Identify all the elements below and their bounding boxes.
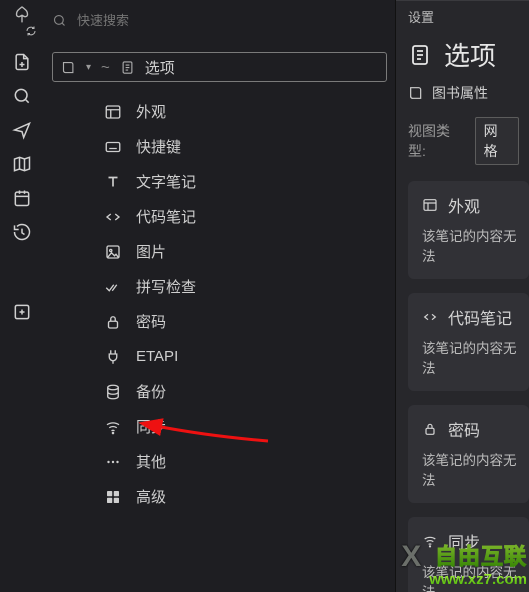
wifi-icon [104, 418, 122, 436]
lock-icon [104, 313, 122, 331]
image-icon [104, 243, 122, 261]
card-body: 该笔记的内容无法 [422, 561, 517, 592]
nav-icon-column [0, 0, 44, 592]
search-icon [52, 13, 67, 28]
card-appearance[interactable]: 外观 该笔记的内容无法 [408, 181, 529, 279]
doc-icon [120, 60, 135, 75]
book-attributes-label: 图书属性 [432, 83, 488, 103]
tree-item-label: 备份 [136, 381, 395, 402]
keyboard-icon [104, 138, 122, 156]
map-icon[interactable] [12, 154, 32, 174]
app-logo [7, 4, 37, 38]
tree-item-label: 快捷键 [136, 136, 395, 157]
tree-panel: ▾ ~ 选项 外观 快捷键 文字笔记 代码笔记 [44, 0, 396, 592]
tree-item-label: 高级 [136, 486, 395, 507]
card-body: 该笔记的内容无法 [422, 225, 517, 265]
quick-search-input[interactable] [77, 13, 395, 28]
quick-search-row[interactable] [44, 6, 395, 34]
page-title-row: 选项 [396, 30, 529, 81]
card-body: 该笔记的内容无法 [422, 337, 517, 377]
chevron-down-icon: ▾ [86, 62, 91, 73]
card-body: 该笔记的内容无法 [422, 449, 517, 489]
view-type-select[interactable]: 网格 [475, 117, 519, 165]
book-attributes-row[interactable]: 图书属性 [396, 81, 529, 113]
tree-item-label: 密码 [136, 311, 395, 332]
lock-icon [422, 421, 438, 437]
card-title: 密码 [448, 417, 480, 441]
tree-item-backup[interactable]: 备份 [44, 374, 395, 409]
ellipsis-icon [104, 453, 122, 471]
calendar-icon[interactable] [12, 188, 32, 208]
tree-item-sync[interactable]: 同步 [44, 409, 395, 444]
code-icon [422, 309, 438, 325]
doc-icon [408, 43, 432, 67]
code-icon [104, 208, 122, 226]
card-title: 代码笔记 [448, 305, 512, 329]
database-icon [104, 383, 122, 401]
tree-item-label: 代码笔记 [136, 206, 395, 227]
tab-settings[interactable]: 设置 [396, 1, 529, 30]
breadcrumb-active-note[interactable]: ▾ ~ 选项 [52, 52, 387, 82]
plug-icon [104, 348, 122, 366]
layout-icon [104, 103, 122, 121]
tree-item-spellcheck[interactable]: 拼写检查 [44, 269, 395, 304]
tree-item-other[interactable]: 其他 [44, 444, 395, 479]
text-icon [104, 173, 122, 191]
history-icon[interactable] [12, 222, 32, 242]
tree-item-appearance[interactable]: 外观 [44, 94, 395, 129]
wifi-icon [422, 533, 438, 549]
card-sync[interactable]: 同步 该笔记的内容无法 [408, 517, 529, 592]
tree-item-label: 图片 [136, 241, 395, 262]
tree-item-etapi[interactable]: ETAPI [44, 339, 395, 374]
tree-item-code-notes[interactable]: 代码笔记 [44, 199, 395, 234]
tree-item-label: ETAPI [136, 348, 395, 365]
tree-item-text-notes[interactable]: 文字笔记 [44, 164, 395, 199]
tree-item-label: 其他 [136, 451, 395, 472]
tree-item-label: 外观 [136, 101, 395, 122]
layout-icon [422, 197, 438, 213]
tree-item-advanced[interactable]: 高级 [44, 479, 395, 514]
new-note-icon[interactable] [12, 52, 32, 72]
tree-list: 外观 快捷键 文字笔记 代码笔记 图片 拼写检查 [44, 92, 395, 514]
page-title: 选项 [444, 36, 496, 73]
dashboard-icon [104, 488, 122, 506]
card-title: 同步 [448, 529, 480, 553]
separator: ~ [101, 59, 110, 76]
tree-item-label: 拼写检查 [136, 276, 395, 297]
breadcrumb-label: 选项 [145, 57, 175, 78]
card-title: 外观 [448, 193, 480, 217]
tree-item-images[interactable]: 图片 [44, 234, 395, 269]
search-icon[interactable] [12, 86, 32, 106]
view-type-label: 视图类型: [408, 121, 465, 161]
book-icon [61, 60, 76, 75]
tree-item-label: 文字笔记 [136, 171, 395, 192]
send-icon[interactable] [12, 120, 32, 140]
check-all-icon [104, 278, 122, 296]
tree-item-password[interactable]: 密码 [44, 304, 395, 339]
book-icon [408, 85, 424, 101]
content-panel: 设置 选项 图书属性 视图类型: 网格 外观 该笔记的内容无法 [396, 0, 529, 592]
card-password[interactable]: 密码 该笔记的内容无法 [408, 405, 529, 503]
add-panel-icon[interactable] [12, 302, 32, 322]
tree-item-label: 同步 [136, 416, 395, 437]
cards-container: 外观 该笔记的内容无法 代码笔记 该笔记的内容无法 密码 该笔记的内容无法 [396, 177, 529, 592]
tree-item-shortcuts[interactable]: 快捷键 [44, 129, 395, 164]
view-type-row: 视图类型: 网格 [396, 113, 529, 177]
card-code-notes[interactable]: 代码笔记 该笔记的内容无法 [408, 293, 529, 391]
